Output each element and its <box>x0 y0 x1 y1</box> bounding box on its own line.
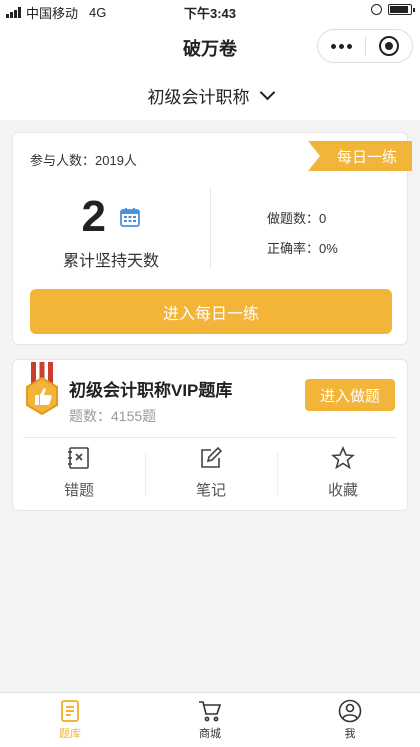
tab-mall-label: 商城 <box>199 728 221 740</box>
daily-practice-card: 参与人数：2019人 每日一练 2 累计坚持天数 做题数：0 正确率：0% 进入… <box>12 132 412 345</box>
question-bank-icon <box>61 700 79 722</box>
battery-icon <box>388 4 415 15</box>
accuracy: 正确率：0% <box>267 241 338 256</box>
favorites-label: 收藏 <box>327 482 358 499</box>
mini-program-capsule <box>317 29 413 63</box>
notes-icon <box>201 446 223 468</box>
tab-me-label: 我 <box>344 728 356 740</box>
notes-button[interactable]: 笔记 <box>145 446 277 500</box>
streak-label: 累计坚持天数 <box>62 253 159 270</box>
chevron-down-icon <box>259 84 275 100</box>
target-icon <box>378 36 399 56</box>
user-icon <box>338 699 362 723</box>
subject-selector[interactable]: 初级会计职称 <box>0 70 420 120</box>
wrong-questions-label: 错题 <box>63 482 94 499</box>
cart-icon <box>199 701 222 722</box>
tab-bar: 题库 商城 我 <box>0 692 420 747</box>
calendar-icon <box>120 208 141 227</box>
subject-label: 初级会计职称 <box>147 87 250 107</box>
status-right <box>371 4 415 15</box>
medal-icon <box>26 362 58 416</box>
daily-ribbon: 每日一练 <box>308 141 412 171</box>
question-count: 题数：4155题 <box>69 408 157 424</box>
done-count: 做题数：0 <box>267 211 327 226</box>
tab-mall[interactable]: 商城 <box>140 693 280 747</box>
nav-bar: 破万卷 <box>0 22 420 70</box>
wrong-questions-icon <box>68 447 89 469</box>
card-divider <box>23 437 397 438</box>
enter-daily-practice-button[interactable]: 进入每日一练 <box>30 289 392 334</box>
tab-question-bank-label: 题库 <box>59 728 81 740</box>
stats: 做题数：0 正确率：0% <box>267 204 338 264</box>
star-icon <box>331 446 355 470</box>
status-bar: 中国移动 4G 下午3:43 <box>0 0 420 22</box>
notes-label: 笔记 <box>195 482 226 499</box>
tab-question-bank[interactable]: 题库 <box>0 693 140 747</box>
close-button[interactable] <box>366 30 413 62</box>
status-time: 下午3:43 <box>183 6 237 21</box>
alarm-icon <box>371 4 382 15</box>
streak-box: 2 累计坚持天数 <box>13 193 209 271</box>
enter-practice-button[interactable]: 进入做题 <box>305 379 395 411</box>
stats-divider <box>210 187 211 269</box>
participants-count: 参与人数：2019人 <box>30 153 137 168</box>
vip-bank-card: 初级会计职称VIP题库 题数：4155题 进入做题 错题 笔记 收藏 <box>12 359 408 511</box>
streak-days: 2 <box>81 192 107 241</box>
more-dots-icon <box>330 43 352 49</box>
favorites-button[interactable]: 收藏 <box>277 446 409 500</box>
tab-me[interactable]: 我 <box>280 693 420 747</box>
more-button[interactable] <box>318 30 365 62</box>
vip-bank-title: 初级会计职称VIP题库 <box>69 381 233 400</box>
wrong-questions-button[interactable]: 错题 <box>13 446 145 500</box>
vip-actions: 错题 笔记 收藏 <box>13 446 409 500</box>
